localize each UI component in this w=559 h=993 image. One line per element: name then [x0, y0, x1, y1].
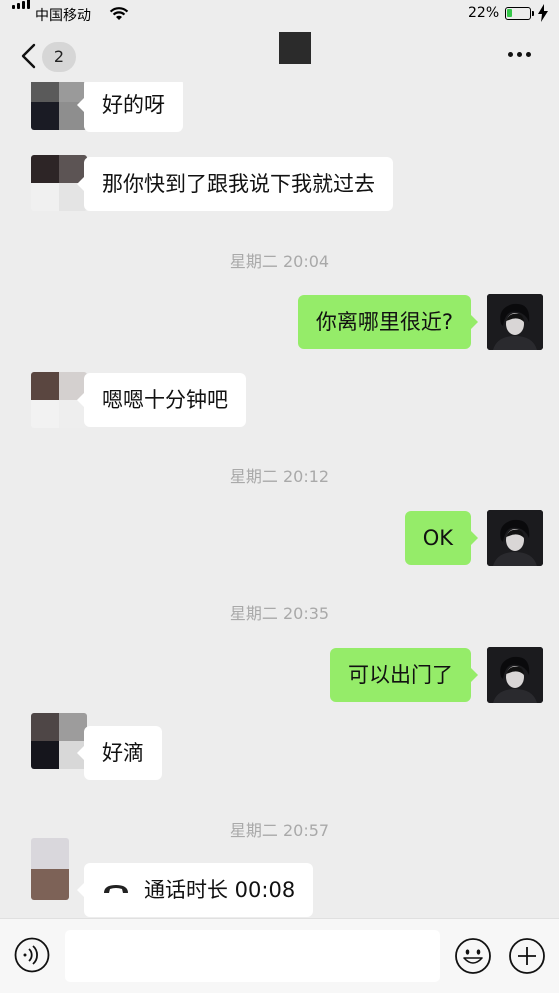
- message-bubble-incoming[interactable]: 那你快到了跟我说下我就过去: [77, 157, 393, 211]
- call-duration-text: 通话时长 00:08: [144, 878, 296, 902]
- message-bubble-incoming[interactable]: 好的呀: [77, 82, 183, 132]
- timestamp: 星期二 20:57: [229, 821, 330, 840]
- call-duration-bubble[interactable]: 通话时长 00:08: [76, 863, 314, 917]
- back-chevron-icon[interactable]: [18, 42, 40, 70]
- more-options-icon[interactable]: [508, 52, 536, 58]
- my-avatar[interactable]: [487, 294, 543, 350]
- message-input[interactable]: [65, 930, 440, 982]
- voice-input-icon[interactable]: [14, 937, 50, 973]
- add-more-icon[interactable]: [508, 937, 546, 975]
- battery-cap: [532, 11, 534, 16]
- my-avatar[interactable]: [487, 647, 543, 703]
- message-bubble-outgoing[interactable]: 可以出门了: [330, 648, 478, 702]
- chat-title-redacted: [279, 32, 311, 64]
- message-bubble-incoming[interactable]: 好滴: [77, 726, 162, 780]
- message-bubble-incoming[interactable]: 嗯嗯十分钟吧: [77, 373, 246, 427]
- battery-level: [507, 9, 512, 17]
- input-bar: [0, 918, 559, 993]
- charging-icon: [538, 4, 548, 22]
- carrier-name: 中国移动: [35, 8, 91, 24]
- wifi-icon: [109, 7, 129, 20]
- timestamp: 星期二 20:12: [229, 467, 330, 486]
- chat-area[interactable]: 好的呀 那你快到了跟我说下我就过去 星期二 20:04 你离哪里很近? 嗯嗯十分…: [0, 82, 559, 918]
- message-bubble-outgoing[interactable]: 你离哪里很近?: [297, 295, 479, 349]
- my-avatar[interactable]: [487, 510, 543, 566]
- message-bubble-outgoing[interactable]: OK: [404, 511, 479, 565]
- contact-avatar[interactable]: [31, 838, 69, 900]
- timestamp: 星期二 20:04: [229, 252, 330, 271]
- phone-hangup-icon: [104, 885, 128, 893]
- status-bar: 中国移动 22%: [0, 0, 559, 30]
- emoji-icon[interactable]: [454, 937, 492, 975]
- nav-bar: 2: [0, 30, 559, 82]
- unread-count-badge[interactable]: 2: [42, 42, 76, 72]
- battery-percent: 22%: [468, 5, 500, 21]
- timestamp: 星期二 20:35: [229, 604, 330, 623]
- contact-avatar[interactable]: [31, 713, 87, 769]
- battery-icon: [505, 7, 531, 20]
